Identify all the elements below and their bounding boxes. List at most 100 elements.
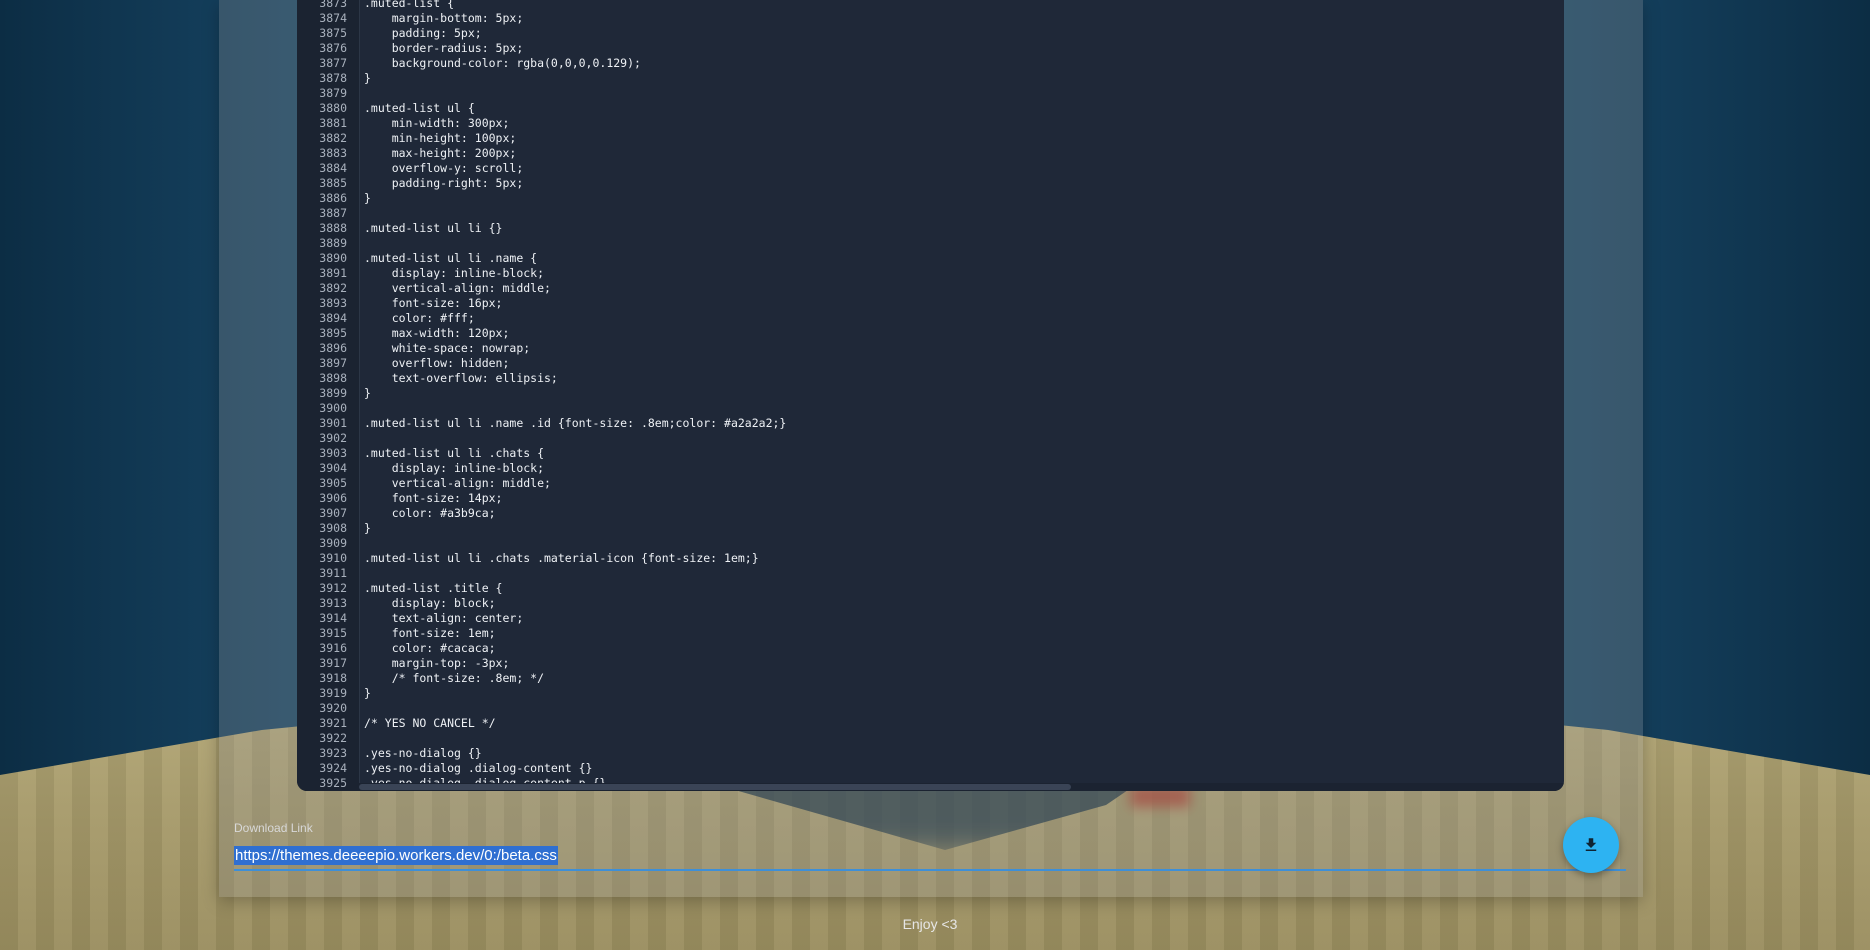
line-text: .yes-no-dialog .dialog-content {}	[364, 761, 593, 775]
line-text: padding: 5px;	[364, 26, 482, 40]
code-line: 3915 font-size: 1em;	[297, 626, 1564, 641]
code-line: 3884 overflow-y: scroll;	[297, 161, 1564, 176]
line-text	[347, 701, 364, 716]
line-number: 3896	[319, 341, 347, 355]
line-text: }	[364, 191, 371, 205]
code-line: 3909	[297, 536, 1564, 551]
code-line: 3886}	[297, 191, 1564, 206]
line-number: 3889	[319, 236, 347, 250]
code-line: 3900	[297, 401, 1564, 416]
line-number: 3901	[319, 416, 347, 430]
code-line: 3901 .muted-list ul li .name .id {font-si…	[297, 416, 1564, 431]
code-line: 3896 white-space: nowrap;	[297, 341, 1564, 356]
line-text: text-align: center;	[364, 611, 524, 625]
horizontal-scrollbar-thumb[interactable]	[359, 784, 1071, 790]
code-line: 3924 .yes-no-dialog .dialog-content {}	[297, 761, 1564, 776]
line-text: .muted-list .title {	[364, 581, 503, 595]
line-number: 3876	[319, 41, 347, 55]
line-text: max-width: 120px;	[364, 326, 510, 340]
line-text: .muted-list {	[364, 0, 455, 10]
line-text: }	[364, 386, 371, 400]
code-line: 3907 color: #a3b9ca;	[297, 506, 1564, 521]
line-number: 3892	[319, 281, 347, 295]
line-number: 3878	[319, 71, 347, 85]
line-number: 3904	[319, 461, 347, 475]
line-number: 3897	[319, 356, 347, 370]
line-text: border-radius: 5px;	[364, 41, 524, 55]
line-text	[347, 236, 364, 251]
line-number: 3885	[319, 176, 347, 190]
line-number: 3884	[319, 161, 347, 175]
code-line: 3893 font-size: 16px;	[297, 296, 1564, 311]
line-text: min-width: 300px;	[364, 116, 510, 130]
line-number: 3905	[319, 476, 347, 490]
code-line: 3921 /* YES NO CANCEL */	[297, 716, 1564, 731]
line-number: 3899	[319, 386, 347, 400]
line-text: .muted-list ul li .chats .material-icon …	[364, 551, 759, 565]
line-number: 3890	[319, 251, 347, 265]
line-number: 3891	[319, 266, 347, 280]
line-number: 3887	[319, 206, 347, 220]
line-number: 3894	[319, 311, 347, 325]
code-line: 3912 .muted-list .title {	[297, 581, 1564, 596]
line-number: 3874	[319, 11, 347, 25]
code-line: 3908}	[297, 521, 1564, 536]
line-number: 3895	[319, 326, 347, 340]
line-text: .muted-list ul li .name .id {font-size: …	[364, 416, 787, 430]
code-line: 3922	[297, 731, 1564, 746]
code-line: 3880 .muted-list ul {	[297, 101, 1564, 116]
line-number: 3919	[319, 686, 347, 700]
line-text: .muted-list ul li {}	[364, 221, 503, 235]
line-number: 3902	[319, 431, 347, 445]
line-text: .muted-list ul {	[364, 101, 475, 115]
code-line: 3902	[297, 431, 1564, 446]
code-line: 3890 .muted-list ul li .name {	[297, 251, 1564, 266]
line-number: 3883	[319, 146, 347, 160]
code-line: 3873 .muted-list {	[297, 0, 1564, 11]
line-text: /* YES NO CANCEL */	[364, 716, 496, 730]
code-line: 3881 min-width: 300px;	[297, 116, 1564, 131]
line-number: 3924	[319, 761, 347, 775]
line-number: 3909	[319, 536, 347, 550]
code-line: 3892 vertical-align: middle;	[297, 281, 1564, 296]
line-number: 3914	[319, 611, 347, 625]
line-number: 3900	[319, 401, 347, 415]
line-number: 3912	[319, 581, 347, 595]
line-text	[347, 431, 364, 446]
line-number: 3923	[319, 746, 347, 760]
line-text: white-space: nowrap;	[364, 341, 531, 355]
line-text: vertical-align: middle;	[364, 281, 551, 295]
line-text: min-height: 100px;	[364, 131, 517, 145]
line-number: 3910	[319, 551, 347, 565]
line-number: 3877	[319, 56, 347, 70]
line-number: 3880	[319, 101, 347, 115]
line-number: 3916	[319, 641, 347, 655]
code-line: 3920	[297, 701, 1564, 716]
code-line: 3905 vertical-align: middle;	[297, 476, 1564, 491]
line-text	[347, 731, 364, 746]
horizontal-scrollbar[interactable]	[359, 783, 1564, 791]
line-number: 3911	[319, 566, 347, 580]
line-number: 3907	[319, 506, 347, 520]
code-line: 3875 padding: 5px;	[297, 26, 1564, 41]
line-number: 3898	[319, 371, 347, 385]
line-text	[347, 566, 364, 581]
code-line: 3874 margin-bottom: 5px;	[297, 11, 1564, 26]
line-number: 3875	[319, 26, 347, 40]
code-line: 3895 max-width: 120px;	[297, 326, 1564, 341]
line-number: 3886	[319, 191, 347, 205]
code-line: 3879	[297, 86, 1564, 101]
line-number: 3920	[319, 701, 347, 715]
download-button[interactable]	[1563, 817, 1619, 873]
code-line: 3914 text-align: center;	[297, 611, 1564, 626]
code-viewer[interactable]: 3873 .muted-list {3874 margin-bottom: 5px…	[297, 0, 1564, 791]
line-text	[347, 536, 364, 551]
line-number: 3921	[319, 716, 347, 730]
code-line: 3913 display: block;	[297, 596, 1564, 611]
download-link-selected-text[interactable]: https://themes.deeeepio.workers.dev/0:/b…	[234, 846, 558, 865]
code-line: 3918 /* font-size: .8em; */	[297, 671, 1564, 686]
line-text: color: #cacaca;	[364, 641, 496, 655]
line-text: color: #fff;	[364, 311, 475, 325]
line-number: 3903	[319, 446, 347, 460]
line-text: overflow-y: scroll;	[364, 161, 524, 175]
